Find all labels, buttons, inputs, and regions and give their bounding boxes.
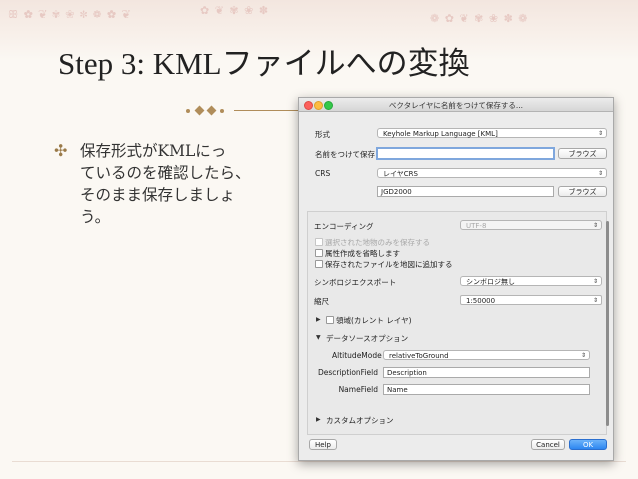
bullet-star-icon: ✣ [54, 141, 68, 160]
add-to-map-label: 保存されたファイルを地図に追加する [325, 260, 453, 269]
name-field-label: NameField [338, 385, 378, 394]
scrollbar-thumb[interactable] [606, 221, 609, 426]
updown-arrow-icon: ⇕ [592, 222, 598, 229]
description-field-label: DescriptionField [317, 368, 378, 377]
updown-arrow-icon: ⇕ [592, 278, 598, 285]
options-panel: エンコーディング UTF-8 ⇕ 選択された地物のみを保存する 属性作成を省略しま… [307, 211, 607, 435]
extent-checkbox[interactable] [326, 316, 334, 324]
updown-arrow-icon: ⇕ [580, 352, 586, 359]
crs-browse-button[interactable]: ブラウズ [558, 186, 607, 197]
cancel-button[interactable]: Cancel [531, 439, 565, 450]
dialog-title: ベクタレイヤに名前をつけて保存する... [388, 101, 524, 110]
encoding-select[interactable]: UTF-8 ⇕ [460, 220, 602, 230]
format-label: 形式 [315, 130, 330, 139]
format-select[interactable]: Keyhole Markup Language [KML] ⇕ [377, 128, 607, 138]
description-field-input[interactable]: Description [383, 367, 590, 378]
add-to-map-checkbox[interactable] [315, 260, 323, 268]
datasource-label[interactable]: データソースオプション [326, 333, 408, 344]
stepper-icon[interactable]: ⇕ [593, 296, 598, 306]
encoding-label: エンコーディング [314, 222, 374, 231]
scale-value: 1:50000 [466, 297, 496, 305]
skip-attr-label: 属性作成を省略します [325, 249, 400, 258]
scale-spinbox[interactable]: 1:50000 ⇕ [460, 295, 602, 305]
saveas-label: 名前をつけて保存 [315, 150, 375, 159]
custom-options-label[interactable]: カスタムオプション [326, 415, 394, 426]
format-value: Keyhole Markup Language [KML] [383, 130, 498, 138]
altitude-value: relativeToGround [389, 352, 449, 360]
help-button[interactable]: Help [309, 439, 337, 450]
ok-button[interactable]: OK [569, 439, 607, 450]
decor-ink: ꕥ ✿ ❦ ✾ ❀ ✽ ❁ ✿ ❦ [8, 8, 131, 21]
selected-only-checkbox[interactable] [315, 238, 323, 246]
symbology-value: シンボロジ無し [466, 278, 515, 286]
saveas-input[interactable] [376, 147, 555, 160]
selected-only-label: 選択された地物のみを保存する [325, 238, 430, 247]
decor-ink: ✿ ❦ ✾ ❀ ✽ [200, 4, 270, 17]
crs-value: レイヤCRS [383, 170, 418, 178]
crs-label: CRS [315, 169, 331, 178]
extent-label[interactable]: 領域(カレント レイヤ) [336, 315, 412, 326]
save-vector-layer-dialog: ベクタレイヤに名前をつけて保存する... 形式 Keyhole Markup L… [298, 97, 614, 461]
skip-attr-checkbox[interactable] [315, 249, 323, 257]
altitude-select[interactable]: relativeToGround ⇕ [383, 350, 590, 360]
altitude-label: AltitudeMode [332, 351, 382, 360]
title-bar[interactable]: ベクタレイヤに名前をつけて保存する... [299, 98, 613, 112]
options-scrollbar[interactable] [605, 211, 610, 433]
symbology-label: シンボロジエクスポート [314, 278, 397, 287]
expand-right-icon[interactable]: ▶ [316, 316, 321, 323]
divider [12, 461, 626, 462]
slide-title: Step 3: KMLファイルへの変換 [58, 46, 470, 81]
expand-right-icon[interactable]: ▶ [316, 416, 321, 423]
updown-arrow-icon: ⇕ [597, 170, 603, 177]
encoding-value: UTF-8 [466, 222, 487, 230]
decor-ink: ❁ ✿ ❦ ✾ ❀ ✽ ❁ [430, 12, 529, 25]
symbology-select[interactable]: シンボロジ無し ⇕ [460, 276, 602, 286]
browse-button[interactable]: ブラウズ [558, 148, 607, 159]
expand-down-icon[interactable]: ▼ [316, 334, 321, 341]
crs-name-field[interactable]: JGD2000 [377, 186, 554, 197]
scale-label: 縮尺 [314, 297, 329, 306]
bullet-text: 保存形式がKMLにっ ているのを確認したら、 そのまま保存しましょ う。 [80, 142, 251, 226]
crs-select[interactable]: レイヤCRS ⇕ [377, 168, 607, 178]
updown-arrow-icon: ⇕ [597, 130, 603, 137]
name-field-input[interactable]: Name [383, 384, 590, 395]
